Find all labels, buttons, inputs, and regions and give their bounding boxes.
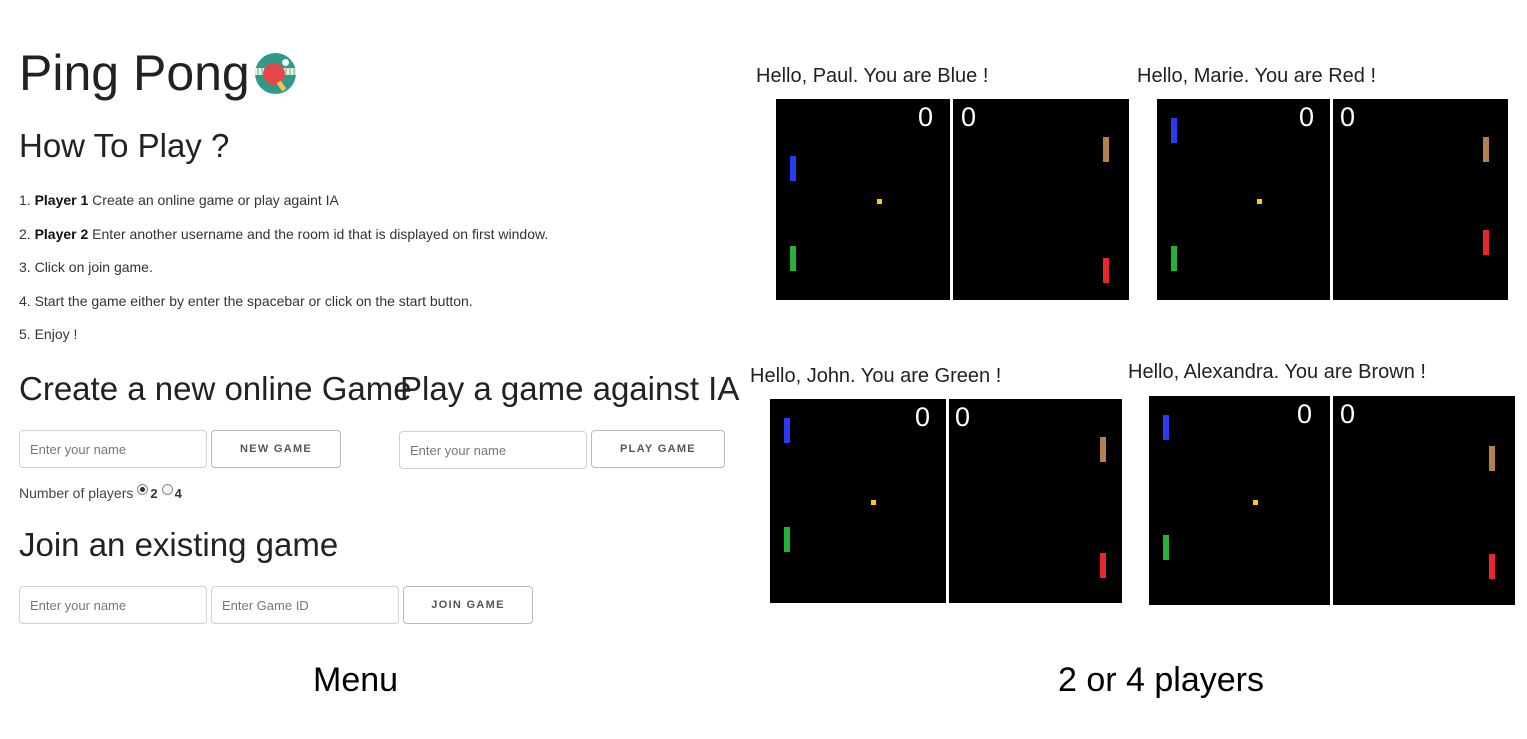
step-4: 4. Start the game either by enter the sp… (19, 292, 473, 309)
green-paddle (1171, 246, 1177, 271)
players-label: Number of players (19, 484, 134, 501)
ping-pong-logo-icon (255, 53, 296, 94)
join-game-heading: Join an existing game (19, 526, 339, 563)
brown-paddle (1100, 437, 1106, 462)
ball (871, 500, 876, 505)
players-selector: Number of players 2 4 (19, 484, 182, 501)
blue-paddle (1163, 415, 1169, 440)
board-title: Hello, Marie. You are Red ! (1137, 65, 1377, 87)
play-game-button[interactable]: PLAY GAME (591, 430, 725, 468)
new-game-button[interactable]: NEW GAME (211, 430, 341, 468)
game-board-marie[interactable]: 0 0 (1157, 99, 1508, 300)
game-board-paul[interactable]: 0 0 (776, 99, 1129, 300)
ball (1253, 500, 1258, 505)
center-divider (946, 399, 949, 603)
step-3: 3. Click on join game. (19, 259, 153, 275)
join-game-button[interactable]: JOIN GAME (403, 586, 533, 624)
join-name-input[interactable] (19, 586, 207, 624)
create-game-heading: Create a new online Game (19, 370, 412, 407)
score-right: 0 (961, 102, 977, 132)
ball (1257, 199, 1262, 204)
green-paddle (784, 527, 790, 552)
how-to-play-heading: How To Play ? (19, 127, 230, 164)
game-board-alexandra[interactable]: 0 0 (1149, 396, 1515, 605)
players-caption: 2 or 4 players (1058, 661, 1264, 699)
score-left: 0 (917, 102, 933, 132)
score-left: 0 (914, 402, 930, 432)
step-1: 1. Player 1 Create an online game or pla… (19, 192, 339, 208)
score-left: 0 (1298, 102, 1314, 132)
score-right: 0 (1340, 102, 1356, 132)
players-option-4: 4 (174, 486, 182, 501)
red-paddle (1103, 258, 1109, 283)
brown-paddle (1103, 137, 1109, 162)
center-divider (950, 99, 953, 300)
red-paddle (1489, 554, 1495, 579)
how-to-play-steps: 1. Player 1 Create an online game or pla… (19, 190, 548, 358)
menu-caption: Menu (313, 661, 399, 699)
center-divider (1330, 396, 1333, 605)
red-paddle (1100, 553, 1106, 578)
score-right: 0 (955, 402, 971, 432)
score-right: 0 (1340, 399, 1356, 429)
game-id-input[interactable] (211, 586, 399, 624)
step-2: 2. Player 2 Enter another username and t… (19, 225, 549, 242)
center-divider (1330, 99, 1333, 300)
green-paddle (790, 246, 796, 271)
players-radio-2[interactable] (137, 484, 149, 495)
red-paddle (1483, 230, 1489, 255)
green-paddle (1163, 535, 1169, 560)
board-title: Hello, Alexandra. You are Brown ! (1128, 361, 1426, 383)
blue-paddle (784, 418, 790, 443)
brown-paddle (1489, 446, 1495, 471)
score-left: 0 (1296, 399, 1312, 429)
create-name-input[interactable] (19, 430, 207, 468)
play-ia-heading: Play a game against IA (400, 370, 740, 407)
players-radio-4[interactable] (161, 484, 173, 495)
page-title: Ping Pong (19, 45, 250, 101)
game-board-john[interactable]: 0 0 (770, 399, 1122, 603)
ia-name-input[interactable] (399, 431, 587, 469)
blue-paddle (1171, 118, 1177, 143)
ball (877, 199, 882, 204)
step-5: 5. Enjoy ! (19, 326, 78, 342)
players-option-2: 2 (150, 486, 158, 501)
board-title: Hello, John. You are Green ! (750, 365, 1002, 387)
brown-paddle (1483, 137, 1489, 162)
blue-paddle (790, 156, 796, 181)
board-title: Hello, Paul. You are Blue ! (756, 65, 989, 87)
